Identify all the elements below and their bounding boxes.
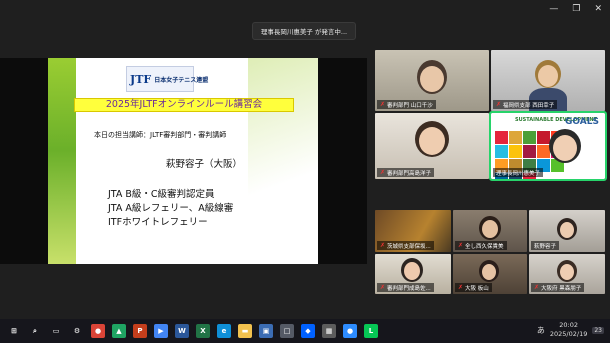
search-icon[interactable]: ⌕ bbox=[28, 324, 42, 338]
slide-decoration bbox=[248, 58, 318, 264]
zoom-icon[interactable]: ● bbox=[343, 324, 357, 338]
clock-date: 2025/02/19 bbox=[549, 330, 588, 338]
participant-name: ✗ 大阪 板山 bbox=[455, 283, 492, 292]
jltf-logo: JTF 日本女子テニス連盟 bbox=[126, 66, 208, 92]
participant-name: ✗ 審判部門高島洋子 bbox=[377, 168, 435, 177]
line-icon[interactable]: L bbox=[364, 324, 378, 338]
participant-tile[interactable]: ✗ 福岡県支部 西田幸子 bbox=[491, 50, 605, 111]
windows-start-icon[interactable]: ⊞ bbox=[7, 324, 21, 338]
participant-tile[interactable]: 萩野容子 bbox=[529, 210, 605, 252]
participant-tile[interactable]: ✗ 全し西久保貴美 bbox=[453, 210, 527, 252]
participant-tile[interactable]: ✗ 審判部門高島洋子 bbox=[375, 113, 489, 179]
participant-name: ✗ 審判部門成島佐... bbox=[377, 283, 434, 292]
sdg-goal-tile bbox=[509, 131, 522, 144]
participant-tile[interactable]: ✗ 審判部門 山口千沙 bbox=[375, 50, 489, 111]
media-icon[interactable]: ▶ bbox=[154, 324, 168, 338]
muted-mic-icon: ✗ bbox=[534, 284, 540, 291]
muted-mic-icon: ✗ bbox=[496, 101, 502, 108]
window-controls: — ❐ ✕ bbox=[549, 4, 602, 14]
shared-screen: JTF 日本女子テニス連盟 2025年JLTFオンラインルール講習会 本日の担当… bbox=[0, 58, 367, 264]
participant-name: 理事長岡川惠美子 bbox=[493, 168, 544, 177]
system-tray: あ 20:02 2025/02/19 23 bbox=[537, 321, 604, 339]
participant-name: 萩野容子 bbox=[531, 241, 560, 250]
muted-mic-icon: ✗ bbox=[380, 169, 386, 176]
maximize-icon[interactable]: ❐ bbox=[572, 4, 580, 14]
sdg-goal-tile bbox=[509, 145, 522, 158]
participant-tile[interactable]: ✗ 茨城県支部保坂... bbox=[375, 210, 451, 252]
muted-mic-icon: ✗ bbox=[380, 242, 386, 249]
muted-mic-icon: ✗ bbox=[380, 101, 386, 108]
notification-badge[interactable]: 23 bbox=[592, 326, 604, 334]
participant-tile[interactable]: ✗ 大阪府 黒森朋子 bbox=[529, 254, 605, 294]
drive-icon[interactable]: ▲ bbox=[112, 324, 126, 338]
participant-name: ✗ 全し西久保貴美 bbox=[455, 241, 507, 250]
participant-tile[interactable]: ✗ 審判部門成島佐... bbox=[375, 254, 451, 294]
slide-accent-bar bbox=[48, 58, 76, 264]
muted-mic-icon: ✗ bbox=[380, 284, 386, 291]
app-icon[interactable]: □ bbox=[280, 324, 294, 338]
powerpoint-icon[interactable]: P bbox=[133, 324, 147, 338]
edge-icon[interactable]: e bbox=[217, 324, 231, 338]
muted-mic-icon: ✗ bbox=[458, 242, 464, 249]
participant-tile-active-speaker[interactable]: SUSTAINABLE DEVELOPMENT GOALS 理事長岡川惠美子 bbox=[489, 111, 607, 181]
sdg-goal-tile bbox=[495, 131, 508, 144]
task-view-icon[interactable]: ▭ bbox=[49, 324, 63, 338]
excel-icon[interactable]: X bbox=[196, 324, 210, 338]
presentation-slide: JTF 日本女子テニス連盟 2025年JLTFオンラインルール講習会 本日の担当… bbox=[48, 58, 318, 264]
folder-icon[interactable]: ▬ bbox=[238, 324, 252, 338]
participant-name: ✗ 福岡県支部 西田幸子 bbox=[493, 100, 558, 109]
clock[interactable]: 20:02 2025/02/19 bbox=[550, 321, 587, 339]
ime-indicator[interactable]: あ bbox=[537, 325, 545, 336]
clock-time: 20:02 bbox=[559, 321, 578, 329]
sdg-goal-tile bbox=[495, 145, 508, 158]
speaking-indicator: 理事長岡川惠美子 が発言中... bbox=[252, 22, 356, 40]
close-icon[interactable]: ✕ bbox=[594, 4, 602, 14]
participant-name: ✗ 茨城県支部保坂... bbox=[377, 241, 434, 250]
logo-text: 日本女子テニス連盟 bbox=[154, 76, 209, 84]
lecturer-name: 萩野容子（大阪） bbox=[166, 159, 243, 170]
chrome-icon[interactable]: ● bbox=[91, 324, 105, 338]
windows-taskbar: ⊞ ⌕ ▭ ⚙ ● ▲ P ▶ W Xe ▬ ▣ □ ◆ ▦ ● L あ 20:02 2025/02/19 23 bbox=[0, 319, 610, 343]
credential-line: ITFホワイトレフェリー bbox=[108, 217, 208, 228]
muted-mic-icon: ✗ bbox=[458, 284, 464, 291]
participant-name: ✗ 大阪府 黒森朋子 bbox=[531, 283, 585, 292]
sdg-goal-tile bbox=[537, 131, 550, 144]
grid-app-icon[interactable]: ▦ bbox=[322, 324, 336, 338]
photos-icon[interactable]: ▣ bbox=[259, 324, 273, 338]
participant-name: ✗ 審判部門 山口千沙 bbox=[377, 100, 436, 109]
slide-title: 2025年JLTFオンラインルール講習会 bbox=[74, 98, 294, 112]
dropbox-icon[interactable]: ◆ bbox=[301, 324, 315, 338]
credential-line: JTA B級・C級審判認定員 bbox=[108, 189, 215, 200]
word-icon[interactable]: W bbox=[175, 324, 189, 338]
sdg-goal-tile bbox=[523, 131, 536, 144]
participant-tile[interactable]: ✗ 大阪 板山 bbox=[453, 254, 527, 294]
settings-icon[interactable]: ⚙ bbox=[70, 324, 84, 338]
sdg-goal-tile bbox=[523, 145, 536, 158]
logo-mark: JTF bbox=[130, 72, 152, 86]
credential-line: JTA A級レフェリー、A級線審 bbox=[108, 203, 234, 214]
lecturer-line: 本日の担当講師：JLTF審判部門・審判講師 bbox=[94, 131, 227, 139]
sdg-goals-word: GOALS bbox=[565, 117, 599, 127]
minimize-icon[interactable]: — bbox=[549, 4, 558, 14]
